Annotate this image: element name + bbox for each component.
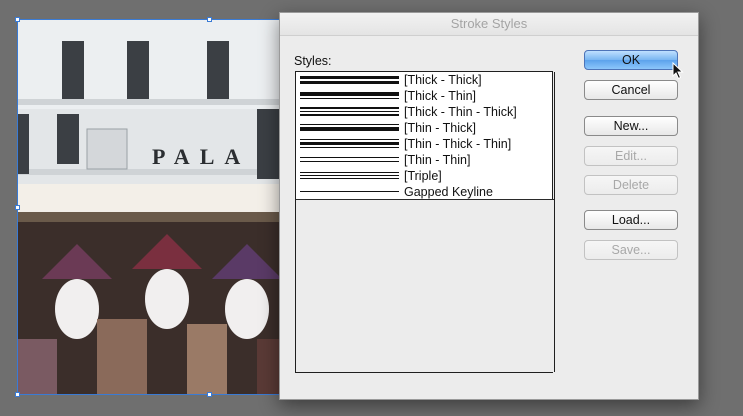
stroke-sample [300, 152, 399, 168]
style-item[interactable]: [Thick - Thin] [296, 88, 554, 104]
dialog-title: Stroke Styles [280, 13, 698, 36]
stroke-sample [300, 136, 399, 152]
new-button[interactable]: New... [584, 116, 678, 136]
style-name: [Thin - Thick - Thin] [404, 137, 512, 151]
cancel-button[interactable]: Cancel [584, 80, 678, 100]
styles-list[interactable]: [Thick - Thick] [Thick - Thin] [Thick - … [295, 71, 568, 373]
style-name: [Thick - Thick] [404, 73, 482, 87]
style-name: [Thick - Thin] [404, 89, 477, 103]
load-button[interactable]: Load... [584, 210, 678, 230]
stroke-sample [300, 184, 399, 200]
style-name: [Triple] [404, 169, 442, 183]
style-item[interactable]: [Thick - Thick] [296, 72, 554, 88]
mouse-cursor-icon [672, 62, 684, 80]
stroke-sample [300, 88, 399, 104]
style-name: Gapped Keyline [404, 185, 493, 199]
style-item[interactable]: [Thin - Thin] [296, 152, 554, 168]
save-button[interactable]: Save... [584, 240, 678, 260]
style-item[interactable]: [Thin - Thick - Thin] [296, 136, 554, 152]
styles-list-scrollbar[interactable] [555, 72, 568, 372]
style-item[interactable]: [Triple] [296, 168, 554, 184]
style-name: [Thick - Thin - Thick] [404, 105, 517, 119]
stroke-sample [300, 168, 399, 184]
styles-list-items: [Thick - Thick] [Thick - Thin] [Thick - … [296, 72, 554, 200]
styles-list-empty-area [296, 200, 554, 372]
style-item[interactable]: [Thick - Thin - Thick] [296, 104, 554, 120]
stroke-sample [300, 104, 399, 120]
style-name: [Thin - Thin] [404, 153, 471, 167]
edit-button[interactable]: Edit... [584, 146, 678, 166]
stroke-sample [300, 72, 399, 88]
stroke-sample [300, 120, 399, 136]
photo-sign: PALA [152, 144, 250, 169]
styles-label: Styles: [294, 54, 332, 68]
ok-button[interactable]: OK [584, 50, 678, 70]
stroke-styles-dialog: Stroke Styles Styles: [Thick - Thick] [T… [279, 12, 699, 400]
style-name: [Thin - Thick] [404, 121, 477, 135]
style-item[interactable]: [Thin - Thick] [296, 120, 554, 136]
background-photo: PALA [17, 19, 287, 395]
style-item[interactable]: Gapped Keyline [296, 184, 554, 200]
delete-button[interactable]: Delete [584, 175, 678, 195]
